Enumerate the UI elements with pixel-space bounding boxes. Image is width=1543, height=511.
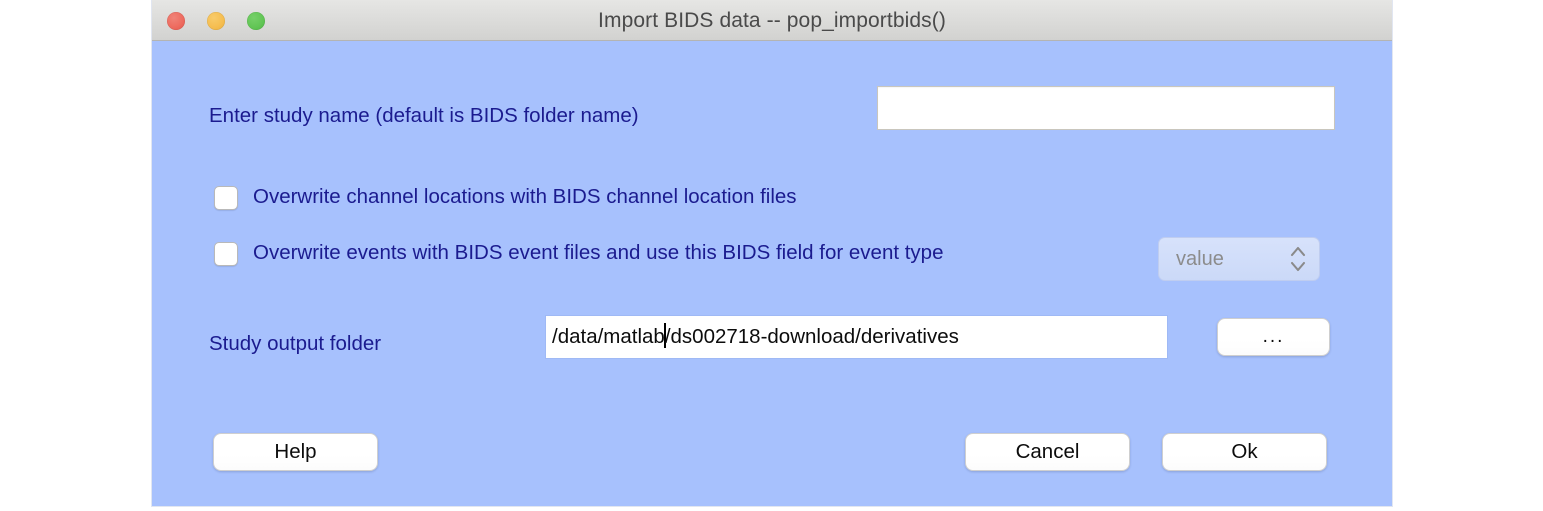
output-folder-text-before-caret: /data/matlab <box>552 325 665 348</box>
study-name-label: Enter study name (default is BIDS folder… <box>209 104 639 127</box>
overwrite-channels-checkbox[interactable] <box>214 186 238 210</box>
screen: Import BIDS data -- pop_importbids() Ent… <box>0 0 1543 511</box>
study-name-input[interactable] <box>877 86 1335 130</box>
event-field-select[interactable]: value <box>1158 237 1320 281</box>
ok-button[interactable]: Ok <box>1162 433 1327 471</box>
cancel-button[interactable]: Cancel <box>965 433 1130 471</box>
event-field-select-value: value <box>1176 248 1224 270</box>
chevron-updown-icon <box>1289 242 1307 276</box>
import-bids-dialog: Import BIDS data -- pop_importbids() Ent… <box>152 0 1392 506</box>
browse-folder-button[interactable]: ... <box>1217 318 1330 356</box>
help-button[interactable]: Help <box>213 433 378 471</box>
output-folder-label: Study output folder <box>209 332 382 355</box>
overwrite-events-label[interactable]: Overwrite events with BIDS event files a… <box>253 241 943 265</box>
overwrite-channels-label[interactable]: Overwrite channel locations with BIDS ch… <box>253 185 797 209</box>
title-bar[interactable]: Import BIDS data -- pop_importbids() <box>152 0 1392 41</box>
overwrite-events-checkbox[interactable] <box>214 242 238 266</box>
dialog-content: Enter study name (default is BIDS folder… <box>152 41 1392 506</box>
output-folder-input[interactable]: /data/matlab/ds002718-download/derivativ… <box>545 315 1168 359</box>
output-folder-text-after-caret: /ds002718-download/derivatives <box>664 325 959 348</box>
window-title: Import BIDS data -- pop_importbids() <box>598 9 946 32</box>
